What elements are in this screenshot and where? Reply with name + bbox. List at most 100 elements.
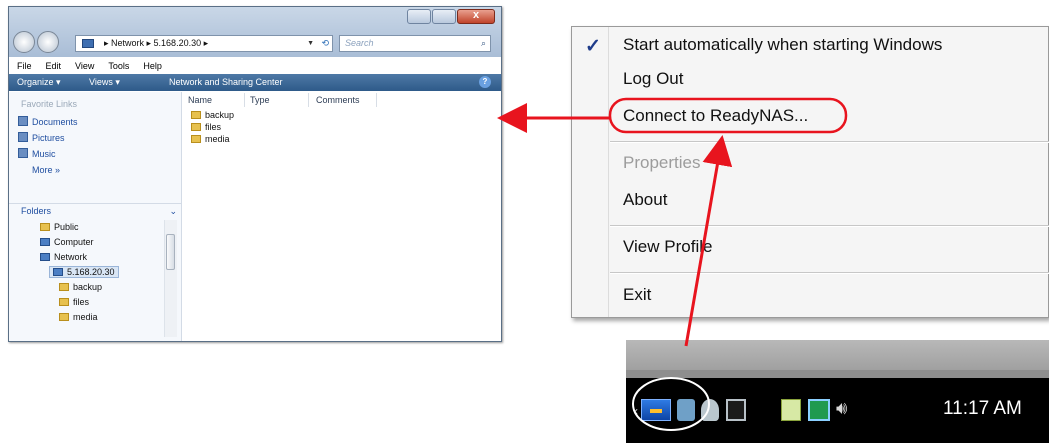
- taskbar: ‹ 🔊︎ 11:17 AM: [626, 340, 1049, 443]
- menu-item-about[interactable]: About: [623, 190, 667, 210]
- menu-help[interactable]: Help: [143, 61, 162, 71]
- chevron-left-icon[interactable]: ‹: [634, 404, 638, 418]
- navigation-pane: Favorite Links Documents Pictures Music …: [9, 92, 182, 341]
- folder-icon: [191, 123, 201, 131]
- folders-scrollbar[interactable]: [164, 220, 177, 337]
- tree-item-label: 5.168.20.30: [67, 267, 115, 277]
- tree-item-label: media: [73, 312, 98, 322]
- tree-item-label: backup: [73, 282, 103, 292]
- connection-icon[interactable]: [808, 399, 830, 421]
- menu-edit[interactable]: Edit: [46, 61, 62, 71]
- satellite-icon[interactable]: [701, 399, 719, 421]
- taskbar-top: [626, 340, 1049, 370]
- file-item-backup[interactable]: backup: [191, 110, 234, 120]
- tree-item-label: Network: [54, 252, 88, 262]
- checkmark-icon: ✓: [585, 36, 601, 57]
- help-icon[interactable]: ?: [479, 76, 491, 88]
- tree-item-files[interactable]: files: [59, 297, 89, 307]
- tree-item-server[interactable]: 5.168.20.30: [49, 266, 119, 278]
- pictures-icon: [18, 132, 28, 142]
- folder-icon: [59, 283, 69, 291]
- computer-icon: [40, 238, 50, 246]
- maximize-button[interactable]: [432, 9, 456, 24]
- menu-item-view-profile[interactable]: View Profile: [623, 237, 712, 257]
- tree-item-backup[interactable]: backup: [59, 282, 102, 292]
- close-button[interactable]: [457, 9, 495, 24]
- network-icon[interactable]: [677, 399, 695, 421]
- favorite-link-label: Documents: [32, 117, 78, 127]
- monitor-icon[interactable]: [726, 399, 746, 421]
- folders-header[interactable]: Folders ⌄: [9, 203, 181, 219]
- search-icon[interactable]: ⌕: [481, 36, 486, 51]
- network-icon: [82, 39, 94, 48]
- caption-buttons: [406, 9, 495, 24]
- menu-item-exit[interactable]: Exit: [623, 285, 651, 305]
- menu-item-log-out[interactable]: Log Out: [623, 69, 684, 89]
- clock[interactable]: 11:17 AM: [943, 398, 1022, 420]
- folder-icon: [59, 298, 69, 306]
- file-item-files[interactable]: files: [191, 122, 221, 132]
- scrollbar-thumb[interactable]: [166, 234, 175, 270]
- favorite-links-header: Favorite Links: [21, 99, 78, 109]
- tree-item-label: Public: [54, 222, 79, 232]
- address-bar[interactable]: ▸ Network ▸ 5.168.20.30 ▸ ▼ ⟲: [75, 35, 333, 52]
- column-header-comments[interactable]: Comments: [316, 95, 360, 105]
- tree-item-label: files: [73, 297, 90, 307]
- folder-icon: [191, 135, 201, 143]
- power-icon[interactable]: [781, 399, 801, 421]
- documents-icon: [18, 116, 28, 126]
- column-header-name[interactable]: Name: [188, 95, 212, 105]
- back-button[interactable]: [13, 31, 35, 53]
- tree-item-computer[interactable]: Computer: [40, 237, 94, 247]
- favorite-link-pictures[interactable]: Pictures: [18, 132, 65, 143]
- file-item-label: media: [205, 134, 230, 144]
- speaker-icon[interactable]: 🔊︎: [836, 398, 847, 419]
- music-icon: [18, 148, 28, 158]
- explorer-window: ▸ Network ▸ 5.168.20.30 ▸ ▼ ⟲ Search ⌕ F…: [8, 6, 502, 342]
- folders-label: Folders: [21, 206, 52, 216]
- readynas-icon[interactable]: [641, 399, 671, 421]
- search-placeholder: Search: [345, 38, 374, 48]
- favorite-link-music[interactable]: Music: [18, 148, 56, 159]
- file-item-label: backup: [205, 110, 235, 120]
- search-input[interactable]: Search ⌕: [339, 35, 491, 52]
- organize-label: Organize ▾: [17, 77, 61, 87]
- context-menu: ✓ Start automatically when starting Wind…: [571, 26, 1049, 318]
- tree-item-public[interactable]: Public: [40, 222, 79, 232]
- network-sharing-center-label: Network and Sharing Center: [169, 77, 283, 87]
- minimize-button[interactable]: [407, 9, 431, 24]
- favorite-link-documents[interactable]: Documents: [18, 116, 78, 127]
- menu-gutter: [608, 27, 609, 317]
- column-divider: [308, 93, 309, 107]
- views-label: Views ▾: [89, 77, 120, 87]
- folder-icon: [59, 313, 69, 321]
- server-icon: [53, 268, 63, 276]
- menu-item-start-automatically[interactable]: Start automatically when starting Window…: [623, 35, 942, 55]
- file-list: Name Type Comments backup files media: [182, 92, 501, 341]
- tree-item-media[interactable]: media: [59, 312, 98, 322]
- column-divider: [244, 93, 245, 107]
- file-item-media[interactable]: media: [191, 134, 230, 144]
- network-icon: [40, 253, 50, 261]
- refresh-icon[interactable]: ⟲: [321, 36, 329, 51]
- column-divider: [376, 93, 377, 107]
- menu-tools[interactable]: Tools: [108, 61, 129, 71]
- folder-icon: [191, 111, 201, 119]
- title-bar: ▸ Network ▸ 5.168.20.30 ▸ ▼ ⟲ Search ⌕: [9, 7, 501, 57]
- favorite-link-label: Pictures: [32, 133, 65, 143]
- menu-view[interactable]: View: [75, 61, 94, 71]
- forward-button[interactable]: [37, 31, 59, 53]
- command-bar: Organize ▾ Views ▾ Network and Sharing C…: [9, 74, 501, 91]
- notification-area: ‹ 🔊︎ 11:17 AM: [626, 378, 1049, 443]
- menu-item-connect[interactable]: Connect to ReadyNAS...: [623, 106, 808, 126]
- column-header-type[interactable]: Type: [250, 95, 270, 105]
- menu-file[interactable]: File: [17, 61, 32, 71]
- tree-item-label: Computer: [54, 237, 94, 247]
- menu-separator: [610, 225, 1049, 227]
- tree-item-network[interactable]: Network: [40, 252, 87, 262]
- menu-bar: File Edit View Tools Help: [9, 59, 501, 73]
- more-link[interactable]: More »: [32, 165, 60, 175]
- chevron-down-icon[interactable]: ▼: [307, 36, 314, 51]
- chevron-down-icon[interactable]: ⌄: [169, 204, 177, 219]
- menu-item-properties: Properties: [623, 153, 701, 172]
